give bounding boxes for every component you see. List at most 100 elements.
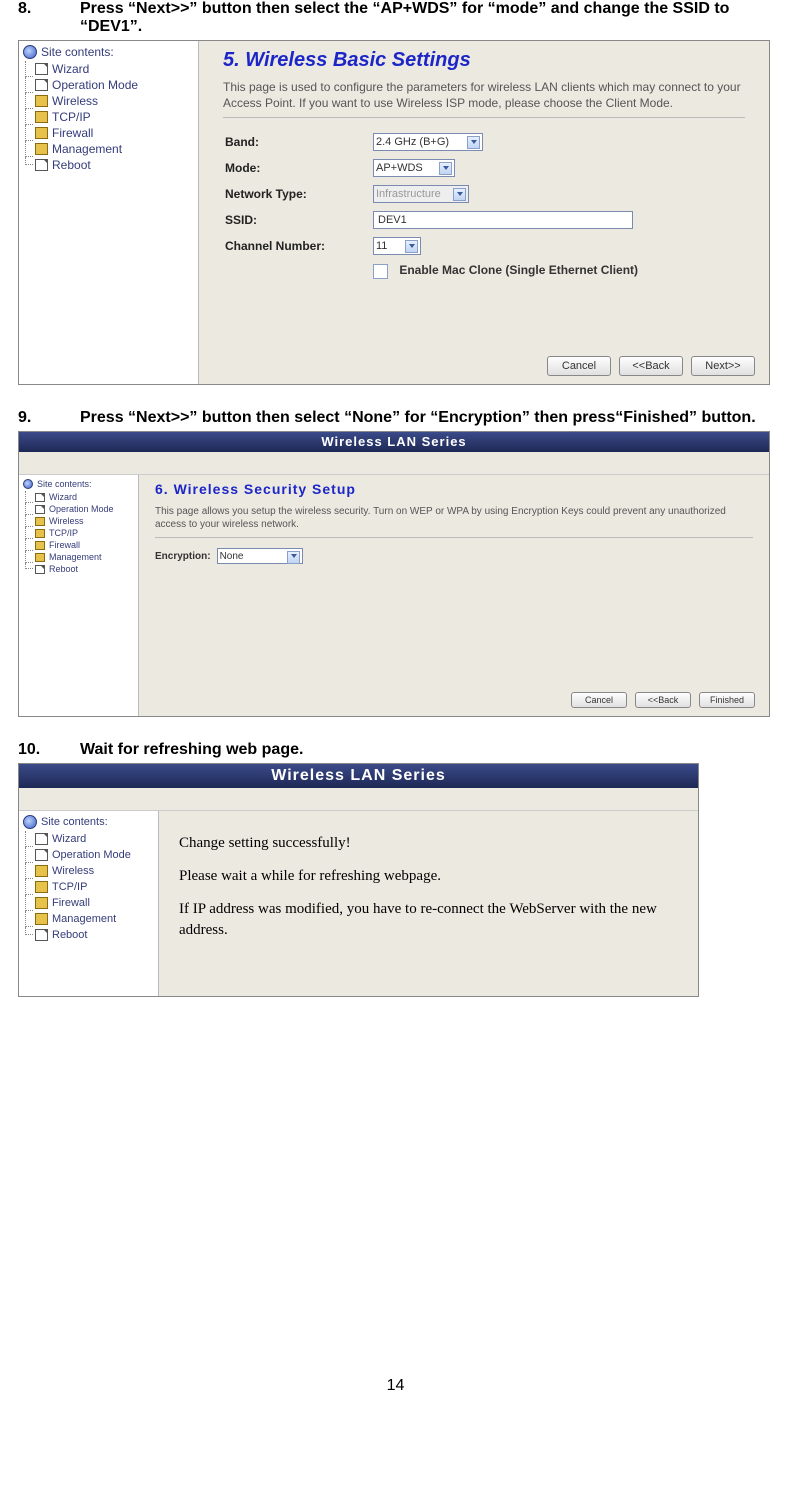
app-title-bar: Wireless LAN Series (19, 764, 698, 788)
panel-title: 5. Wireless Basic Settings (223, 49, 745, 72)
sidebar-item[interactable]: Wizard (35, 491, 136, 503)
page-icon (35, 159, 48, 171)
step-10: 10. Wait for refreshing web page. (18, 741, 773, 759)
ssid-input[interactable]: DEV1 (373, 211, 633, 229)
content-panel-2: 6. Wireless Security Setup This page all… (139, 475, 769, 716)
sidebar-root-label: Site contents: (41, 816, 108, 828)
next-button[interactable]: Next>> (691, 356, 755, 376)
sidebar-item-label: Firewall (52, 897, 90, 909)
sidebar-item[interactable]: Management (35, 911, 156, 927)
panel-desc: This page is used to configure the param… (223, 80, 745, 111)
globe-icon (23, 815, 37, 829)
sidebar-item-label: Wireless (52, 94, 98, 108)
sidebar-item[interactable]: Wireless (35, 93, 196, 109)
page-icon (35, 833, 48, 845)
sidebar-item[interactable]: Management (35, 141, 196, 157)
sidebar-item[interactable]: Operation Mode (35, 847, 156, 863)
panel-title: 6. Wireless Security Setup (155, 481, 753, 497)
sidebar-item[interactable]: Reboot (35, 563, 136, 575)
channel-select[interactable]: 11 (373, 237, 421, 255)
sidebar-item[interactable]: Firewall (35, 895, 156, 911)
finished-button[interactable]: Finished (699, 692, 755, 708)
band-value: 2.4 GHz (B+G) (376, 136, 449, 148)
page-icon (35, 929, 48, 941)
sidebar-item[interactable]: TCP/IP (35, 879, 156, 895)
sidebar-root: Site contents: (21, 479, 136, 489)
back-button[interactable]: <<Back (635, 692, 691, 708)
sidebar-item-label: Wizard (52, 62, 89, 76)
divider (155, 537, 753, 538)
sidebar-item-label: TCP/IP (49, 528, 78, 538)
page-icon (35, 505, 45, 514)
sidebar-item[interactable]: Reboot (35, 157, 196, 173)
app-title-bar: Wireless LAN Series (19, 432, 769, 452)
folder-icon (35, 127, 48, 139)
chevron-down-icon (457, 192, 463, 196)
sidebar-item[interactable]: Wireless (35, 863, 156, 879)
ssid-label: SSID: (225, 208, 371, 232)
sidebar-item[interactable]: Management (35, 551, 136, 563)
encryption-label: Encryption: (155, 551, 211, 562)
step-number: 10. (18, 741, 80, 759)
sidebar-item-label: Operation Mode (49, 504, 114, 514)
sidebar: Site contents: Wizard Operation ModeWirel… (19, 475, 139, 716)
band-select[interactable]: 2.4 GHz (B+G) (373, 133, 483, 151)
folder-icon (35, 913, 48, 925)
sidebar-item[interactable]: Wizard (35, 61, 196, 77)
sidebar-item-label: Wizard (49, 492, 77, 502)
page-icon (35, 493, 45, 502)
screenshot-2: Wireless LAN Series Site contents: Wizar… (18, 431, 770, 717)
folder-icon (35, 881, 48, 893)
back-button[interactable]: <<Back (619, 356, 683, 376)
spacer-bar (19, 452, 769, 475)
spacer-bar (19, 788, 698, 811)
folder-icon (35, 897, 48, 909)
folder-icon (35, 517, 45, 526)
chevron-down-icon (471, 140, 477, 144)
sidebar-root-label: Site contents: (41, 45, 114, 59)
sidebar-item[interactable]: Reboot (35, 927, 156, 943)
step-number: 8. (18, 0, 80, 36)
network-type-select: Infrastructure (373, 185, 469, 203)
encryption-value: None (220, 551, 244, 562)
screenshot-1: Site contents: WizardOperation ModeWirel… (18, 40, 770, 385)
sidebar-item[interactable]: TCP/IP (35, 109, 196, 125)
sidebar-item-label: Reboot (52, 158, 91, 172)
sidebar-item[interactable]: Wireless (35, 515, 136, 527)
folder-icon (35, 553, 45, 562)
folder-icon (35, 865, 48, 877)
sidebar-item[interactable]: Operation Mode (35, 77, 196, 93)
folder-icon (35, 143, 48, 155)
sidebar-item[interactable]: Wizard (35, 831, 156, 847)
ip-note: If IP address was modified, you have to … (179, 899, 678, 941)
settings-form: Band: 2.4 GHz (B+G) Mode: (223, 128, 646, 283)
chevron-down-icon (443, 166, 449, 170)
chevron-down-icon (291, 554, 297, 558)
sidebar-item-label: Management (52, 913, 116, 925)
step-number: 9. (18, 409, 80, 427)
mode-select[interactable]: AP+WDS (373, 159, 455, 177)
sidebar-item[interactable]: Firewall (35, 125, 196, 141)
sidebar-item-label: TCP/IP (52, 110, 91, 124)
sidebar-item-label: Wireless (52, 865, 94, 877)
band-label: Band: (225, 130, 371, 154)
encryption-select[interactable]: None (217, 548, 303, 564)
channel-label: Channel Number: (225, 234, 371, 258)
screenshot-3: Wireless LAN Series Site contents: Wizar… (18, 763, 699, 997)
sidebar: Site contents: WizardOperation ModeWirel… (19, 41, 199, 384)
cancel-button[interactable]: Cancel (547, 356, 611, 376)
cancel-button[interactable]: Cancel (571, 692, 627, 708)
sidebar-root: Site contents: (21, 45, 196, 59)
sidebar-item[interactable]: Operation Mode (35, 503, 136, 515)
sidebar-item[interactable]: Firewall (35, 539, 136, 551)
content-panel-3: Change setting successfully! Please wait… (159, 811, 698, 996)
mac-clone-checkbox[interactable] (373, 264, 388, 279)
mac-clone-label: Enable Mac Clone (Single Ethernet Client… (399, 263, 638, 277)
sidebar-item-label: Firewall (52, 126, 93, 140)
globe-icon (23, 45, 37, 59)
content-panel-1: 5. Wireless Basic Settings This page is … (199, 41, 769, 384)
sidebar-item-label: TCP/IP (52, 881, 87, 893)
folder-icon (35, 111, 48, 123)
sidebar: Site contents: WizardOperation Mode Wirel… (19, 811, 159, 996)
sidebar-item[interactable]: TCP/IP (35, 527, 136, 539)
